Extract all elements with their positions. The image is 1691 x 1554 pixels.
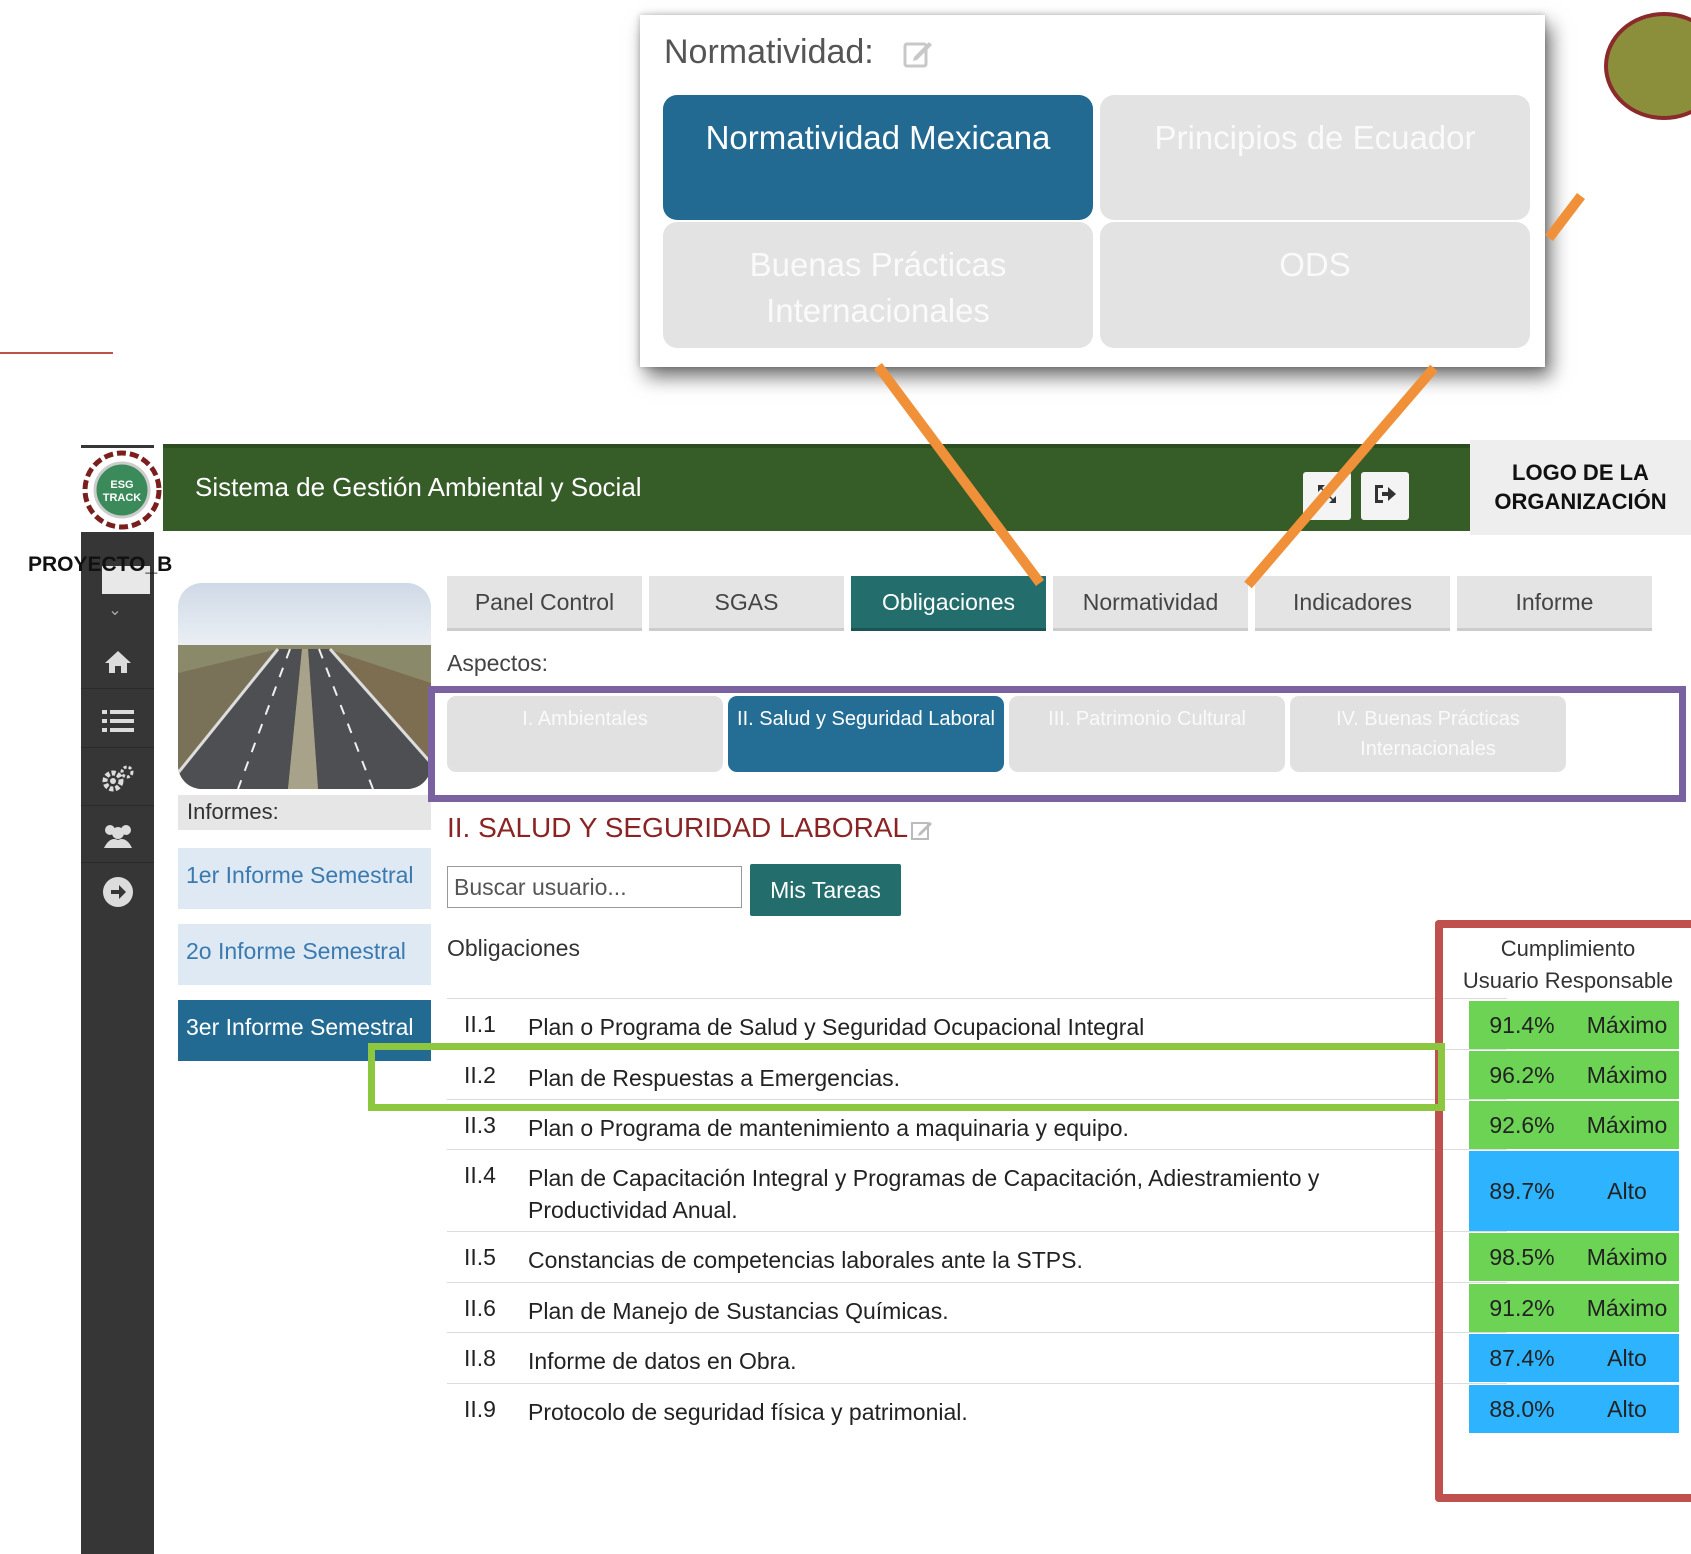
connector-arrow (873, 363, 1045, 586)
connector-arrow (1244, 364, 1438, 589)
connector-arrow (1545, 192, 1585, 242)
connector-arrows (873, 192, 1585, 589)
